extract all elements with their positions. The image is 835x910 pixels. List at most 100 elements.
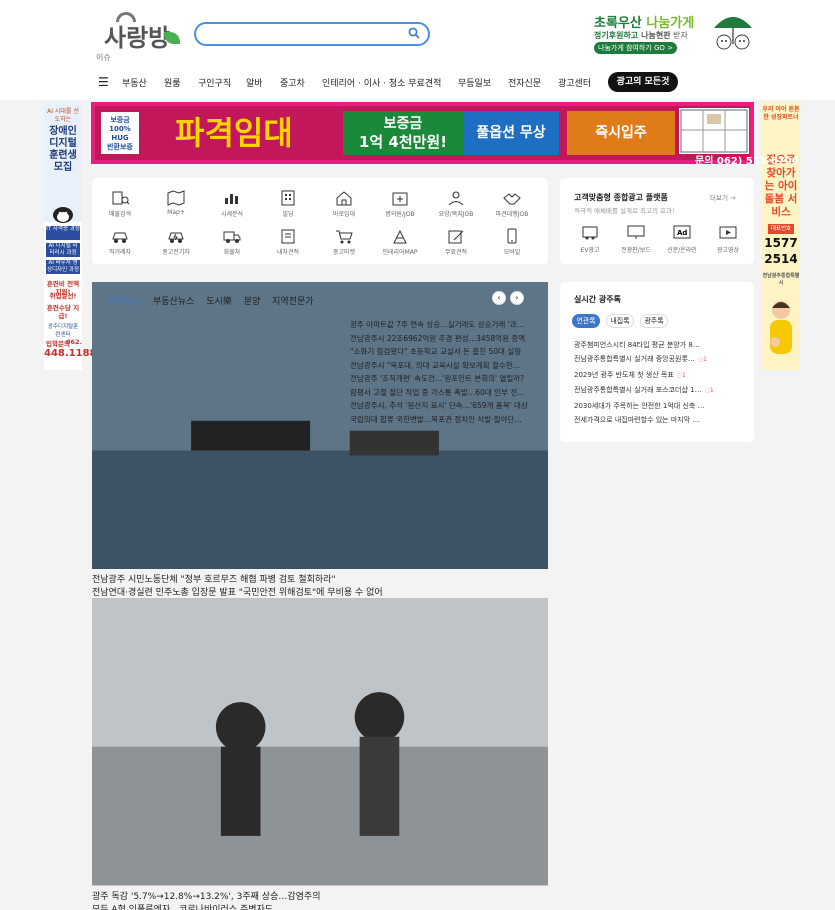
- edit-icon: [448, 230, 464, 244]
- video-icon: [719, 226, 737, 239]
- next-arrow-icon[interactable]: ›: [510, 291, 524, 305]
- quick-menu-car[interactable]: 직거래차: [92, 228, 148, 256]
- left-ad-org: 광주디지털훈련센터: [47, 324, 79, 338]
- talk-list-item[interactable]: 광주챔피언스시티 84타입 평균 분양가 8…: [574, 338, 714, 352]
- quick-menu-building-search[interactable]: 매물검색: [92, 190, 148, 218]
- hamburger-menu-icon[interactable]: ☰: [98, 75, 109, 89]
- platform-item-video[interactable]: 광고영상: [708, 224, 748, 254]
- nav-item-oneroom[interactable]: 원룸: [164, 76, 181, 89]
- search-icon[interactable]: [408, 27, 420, 39]
- news-list-item[interactable]: 전남광주 '조직개편' 속도전…'원포인트 본회의' 열릴까?: [350, 372, 532, 386]
- news-list: 광주 아파트값 7주 연속 상승…실거래도 상승거래 '과… 전남광주시 22조6…: [350, 318, 532, 426]
- nav-item-interior[interactable]: 인테리어 · 이사 · 청소 무료견적: [322, 76, 441, 89]
- hug-badge: 보증금 100% HUG 반환보증: [101, 112, 139, 154]
- left-ad-phone: 448.1188: [44, 348, 97, 359]
- nav-item-mudeung[interactable]: 무등일보: [458, 76, 491, 89]
- news-list-item[interactable]: 전남광주시 22조6962억원 추경 편성…3458억원 증액: [350, 332, 532, 346]
- left-ad-line: 훈련수당 지급!: [46, 304, 80, 320]
- news-thumb-street[interactable]: [92, 598, 548, 886]
- parent-child-icon: [770, 301, 792, 354]
- right-ad-phone2: 2514: [764, 252, 798, 266]
- quick-menu-handshake[interactable]: 파견대행JOB: [484, 190, 540, 218]
- all-ads-button[interactable]: 광고의 모든것: [608, 72, 678, 92]
- banner-fulloption-box: 풀옵션 무상: [463, 111, 559, 155]
- promo-ad[interactable]: 초록우산 나눔가게 정기후원하고 나눔현판 받자 나눔가게 참여하기 GO >: [592, 8, 762, 56]
- tab-realestate-news[interactable]: 부동산뉴스: [153, 297, 194, 307]
- quick-menu-building[interactable]: 빌딩: [260, 190, 316, 218]
- prev-arrow-icon[interactable]: ‹: [492, 291, 506, 305]
- cart-icon: [336, 230, 353, 244]
- nav-item-adcenter[interactable]: 광고센터: [558, 76, 591, 89]
- ev-car-icon: [168, 232, 184, 243]
- map-icon: [167, 190, 185, 206]
- quick-menu-label: 시세분석: [220, 211, 244, 218]
- platform-item-label: 광고영상: [716, 247, 740, 254]
- quick-menu-edit[interactable]: 무료견적: [428, 228, 484, 256]
- news-list-item[interactable]: 전남광주시, 추석 '원산지 표시' 단속…'659개 품목' 대상: [350, 399, 532, 413]
- talk-item-text: 전남광주통합특별시 실거래 포스코더샵 1…: [574, 386, 702, 395]
- news-list-item[interactable]: 광주 아파트값 7주 연속 상승…실거래도 상승거래 '과…: [350, 318, 532, 332]
- main-banner[interactable]: 보증금 100% HUG 반환보증 파격임대 보증금 1억 4천만원! 풀옵션 …: [91, 102, 799, 167]
- nav-item-usedcar[interactable]: 중고차: [280, 76, 305, 89]
- left-side-ad[interactable]: AI 시대를 선도하는 장애인 디지털 훈련생 모집 IT 자격증 과정 AI …: [44, 102, 97, 370]
- nav-item-realestate[interactable]: 부동산: [122, 76, 147, 89]
- news-title[interactable]: 전남광주 시민노동단체 "정부 호르무즈 해협 파병 검토 철회하라": [92, 572, 548, 585]
- comment-count-badge: ◌1: [697, 356, 707, 364]
- pill-gwangju-talk[interactable]: 광주톡: [640, 314, 668, 328]
- quick-menu-hospital[interactable]: 병의원/JOB: [372, 190, 428, 218]
- quick-menu-interior[interactable]: 인테리어MAP: [372, 228, 428, 256]
- search-bar[interactable]: [194, 22, 430, 46]
- quick-menu-ev-car[interactable]: 중고전기차: [148, 228, 204, 256]
- news-list-item[interactable]: 함평서 고철 절단 작업 중 가스통 폭발…60대 인부 전…: [350, 386, 532, 400]
- quick-menu-cart[interactable]: 중고마켓: [316, 228, 372, 256]
- platform-item-screen[interactable]: 전광판/보드: [616, 224, 656, 254]
- tab-sale[interactable]: 분양: [244, 297, 261, 307]
- talk-item-text: 광주챔피언스시티 84타입 평균 분양가 8…: [574, 341, 700, 349]
- talk-item-text: 2030세대가 주목하는 안전한 1억대 신축 …: [574, 401, 705, 410]
- quick-menu-card: 매물검색 Map+ 시세분석 빌딩 바로임대 병의원/JOB 요양/복지JOB 파견대행JOB…: [92, 178, 548, 264]
- quick-menu-house[interactable]: 바로임대: [316, 190, 372, 218]
- left-ad-phone-area: 062.: [66, 338, 83, 346]
- tab-experts[interactable]: 지역전문가: [272, 297, 313, 307]
- news-list-item[interactable]: 전남광주시 "목포대, 의대 교육시설 확보계획 철수한…: [350, 359, 532, 373]
- talk-list-item[interactable]: 2030세대가 주목하는 안전한 1억대 신축 …: [574, 399, 714, 413]
- talk-list: 광주챔피언스시티 84타입 평균 분양가 8… 전남광주통합특별시 실거래 중앙공…: [574, 338, 714, 427]
- nav-item-enewspaper[interactable]: 전자신문: [508, 76, 541, 89]
- talk-list-item[interactable]: 전남광주통합특별시 실거래 중앙공원롯… ◌1: [574, 352, 714, 367]
- quick-menu-care[interactable]: 요양/복지JOB: [428, 190, 484, 218]
- news-list-item[interactable]: "소화기 점검왔다" 초등학교 교실서 돈 훔친 50대 실형: [350, 345, 532, 359]
- quick-menu-mobile[interactable]: 모바일: [484, 228, 540, 256]
- issue-label[interactable]: 이슈: [96, 52, 111, 63]
- talk-list-item[interactable]: 전세가격으로 내집마련할수 있는 마지막 …: [574, 413, 714, 427]
- promo-cta[interactable]: 나눔가게 참여하기 GO >: [594, 42, 677, 54]
- quick-menu-label: 화물차: [223, 249, 241, 256]
- talk-item-text: 전세가격으로 내집마련할수 있는 마지막 …: [574, 416, 700, 425]
- site-logo[interactable]: 사랑방: [104, 10, 184, 52]
- right-ad-top: 우리 아이 튼튼한 성장파트너: [762, 106, 800, 121]
- platform-more-link[interactable]: 더보기 →: [710, 192, 735, 202]
- tab-main-news[interactable]: 주요뉴스: [108, 297, 141, 307]
- platform-subtitle: 적극적 매체배를 설계로 최고의 효과!: [574, 207, 675, 215]
- hospital-icon: [392, 192, 408, 206]
- quick-menu-label: 내차견적: [276, 249, 300, 256]
- banner-deposit-box: 보증금 1억 4천만원!: [343, 111, 463, 155]
- quick-menu-truck[interactable]: 화물차: [204, 228, 260, 256]
- pill-myhome-talk[interactable]: 내집톡: [606, 314, 634, 328]
- tab-city[interactable]: 도시樂: [206, 297, 232, 307]
- chart-icon: [225, 194, 238, 204]
- quick-menu-label: 중고전기차: [162, 249, 190, 256]
- quick-menu-map[interactable]: Map+: [148, 190, 204, 216]
- platform-item-ev[interactable]: EV광고: [570, 224, 610, 254]
- nav-item-parttime[interactable]: 알바: [246, 76, 263, 89]
- right-side-ad[interactable]: 우리 아이 튼튼한 성장파트너 집으로 찾아가는 아이돌봄 서비스 대표번호 1…: [762, 102, 800, 370]
- quick-menu-estimate[interactable]: 내차견적: [260, 228, 316, 256]
- pill-related-talk[interactable]: 연관톡: [572, 314, 600, 328]
- news-title[interactable]: 광주 독감 '5.7%→12.8%→13.2%', 3주째 상승…감염주의: [92, 889, 548, 902]
- left-ad-top: AI 시대를 선도하는: [47, 108, 79, 123]
- talk-list-item[interactable]: 전남광주통합특별시 실거래 포스코더샵 1… ◌1: [574, 383, 714, 398]
- quick-menu-chart[interactable]: 시세분석: [204, 190, 260, 218]
- platform-item-ad[interactable]: Ad 신문/온라인: [662, 224, 702, 254]
- nav-item-jobs[interactable]: 구인구직: [198, 76, 231, 89]
- talk-list-item[interactable]: 2029년 광주 반도체 첫 생산 목표 ◌1: [574, 368, 714, 383]
- news-list-item[interactable]: 국립의대 합류 국한변발…목포권 정치인 석발·철야단…: [350, 413, 532, 427]
